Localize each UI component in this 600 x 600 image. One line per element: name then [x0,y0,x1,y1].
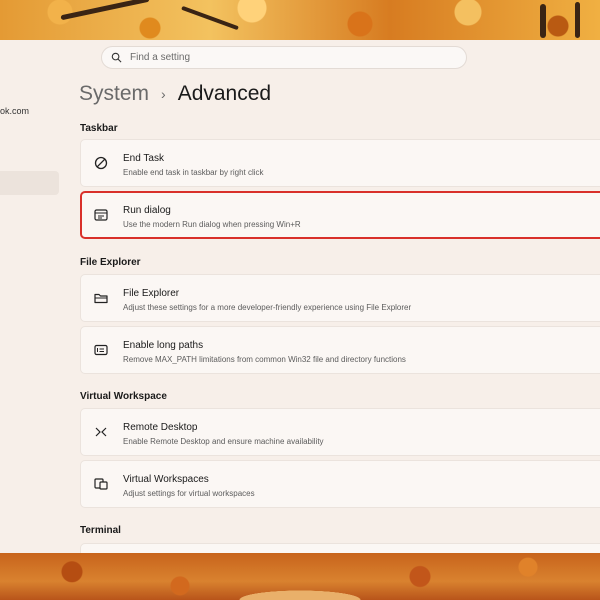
setting-card-remote-desktop[interactable]: Remote Desktop Enable Remote Desktop and… [80,408,600,456]
search-input[interactable] [130,52,430,63]
chevron-right-icon: › [161,86,166,102]
setting-description: Adjust settings for virtual workspaces [123,489,255,498]
setting-card-end-task[interactable]: End Task Enable end task in taskbar by r… [80,139,600,187]
breadcrumb-parent-system[interactable]: System [79,82,149,106]
section-title-file-explorer: File Explorer [80,257,141,268]
setting-description: Enable end task in taskbar by right clic… [123,168,264,177]
breadcrumb: System › Advanced [79,82,271,106]
setting-title: Enable long paths [123,340,204,351]
setting-card-file-explorer[interactable]: File Explorer Adjust these settings for … [80,274,600,322]
settings-window: ok.com System › Advanced Taskbar End Tas… [0,40,600,553]
setting-title: File Explorer [123,288,180,299]
setting-description: Remove MAX_PATH limitations from common … [123,355,406,364]
block-icon [94,156,108,170]
setting-description: Use the modern Run dialog when pressing … [123,220,301,229]
setting-title: Remote Desktop [123,422,198,433]
section-title-virtual-workspace: Virtual Workspace [80,391,167,402]
long-paths-icon [94,344,108,356]
section-title-taskbar: Taskbar [80,123,118,134]
setting-title: Virtual Workspaces [123,474,209,485]
page-title: Advanced [177,82,272,105]
folder-icon [94,293,108,304]
setting-card-enable-long-paths[interactable]: Enable long paths Remove MAX_PATH limita… [80,326,600,374]
virtual-workspaces-icon [94,478,108,490]
search-box[interactable] [101,46,467,69]
desktop-wallpaper-top [0,0,600,40]
remote-desktop-icon [95,427,107,437]
account-email: ok.com [0,106,30,116]
setting-title: End Task [123,153,164,164]
sidebar-item-selected[interactable] [0,171,59,195]
run-dialog-icon [94,209,108,221]
section-title-terminal: Terminal [80,525,121,536]
setting-title: Run dialog [123,205,171,216]
setting-card-terminal[interactable] [80,543,600,553]
setting-description: Adjust these settings for a more develop… [123,303,412,312]
setting-description: Enable Remote Desktop and ensure machine… [123,437,324,446]
setting-card-virtual-workspaces[interactable]: Virtual Workspaces Adjust settings for v… [80,460,600,508]
search-icon [111,52,122,63]
setting-card-run-dialog[interactable]: Run dialog Use the modern Run dialog whe… [80,191,600,239]
desktop-wallpaper-bottom [0,553,600,600]
